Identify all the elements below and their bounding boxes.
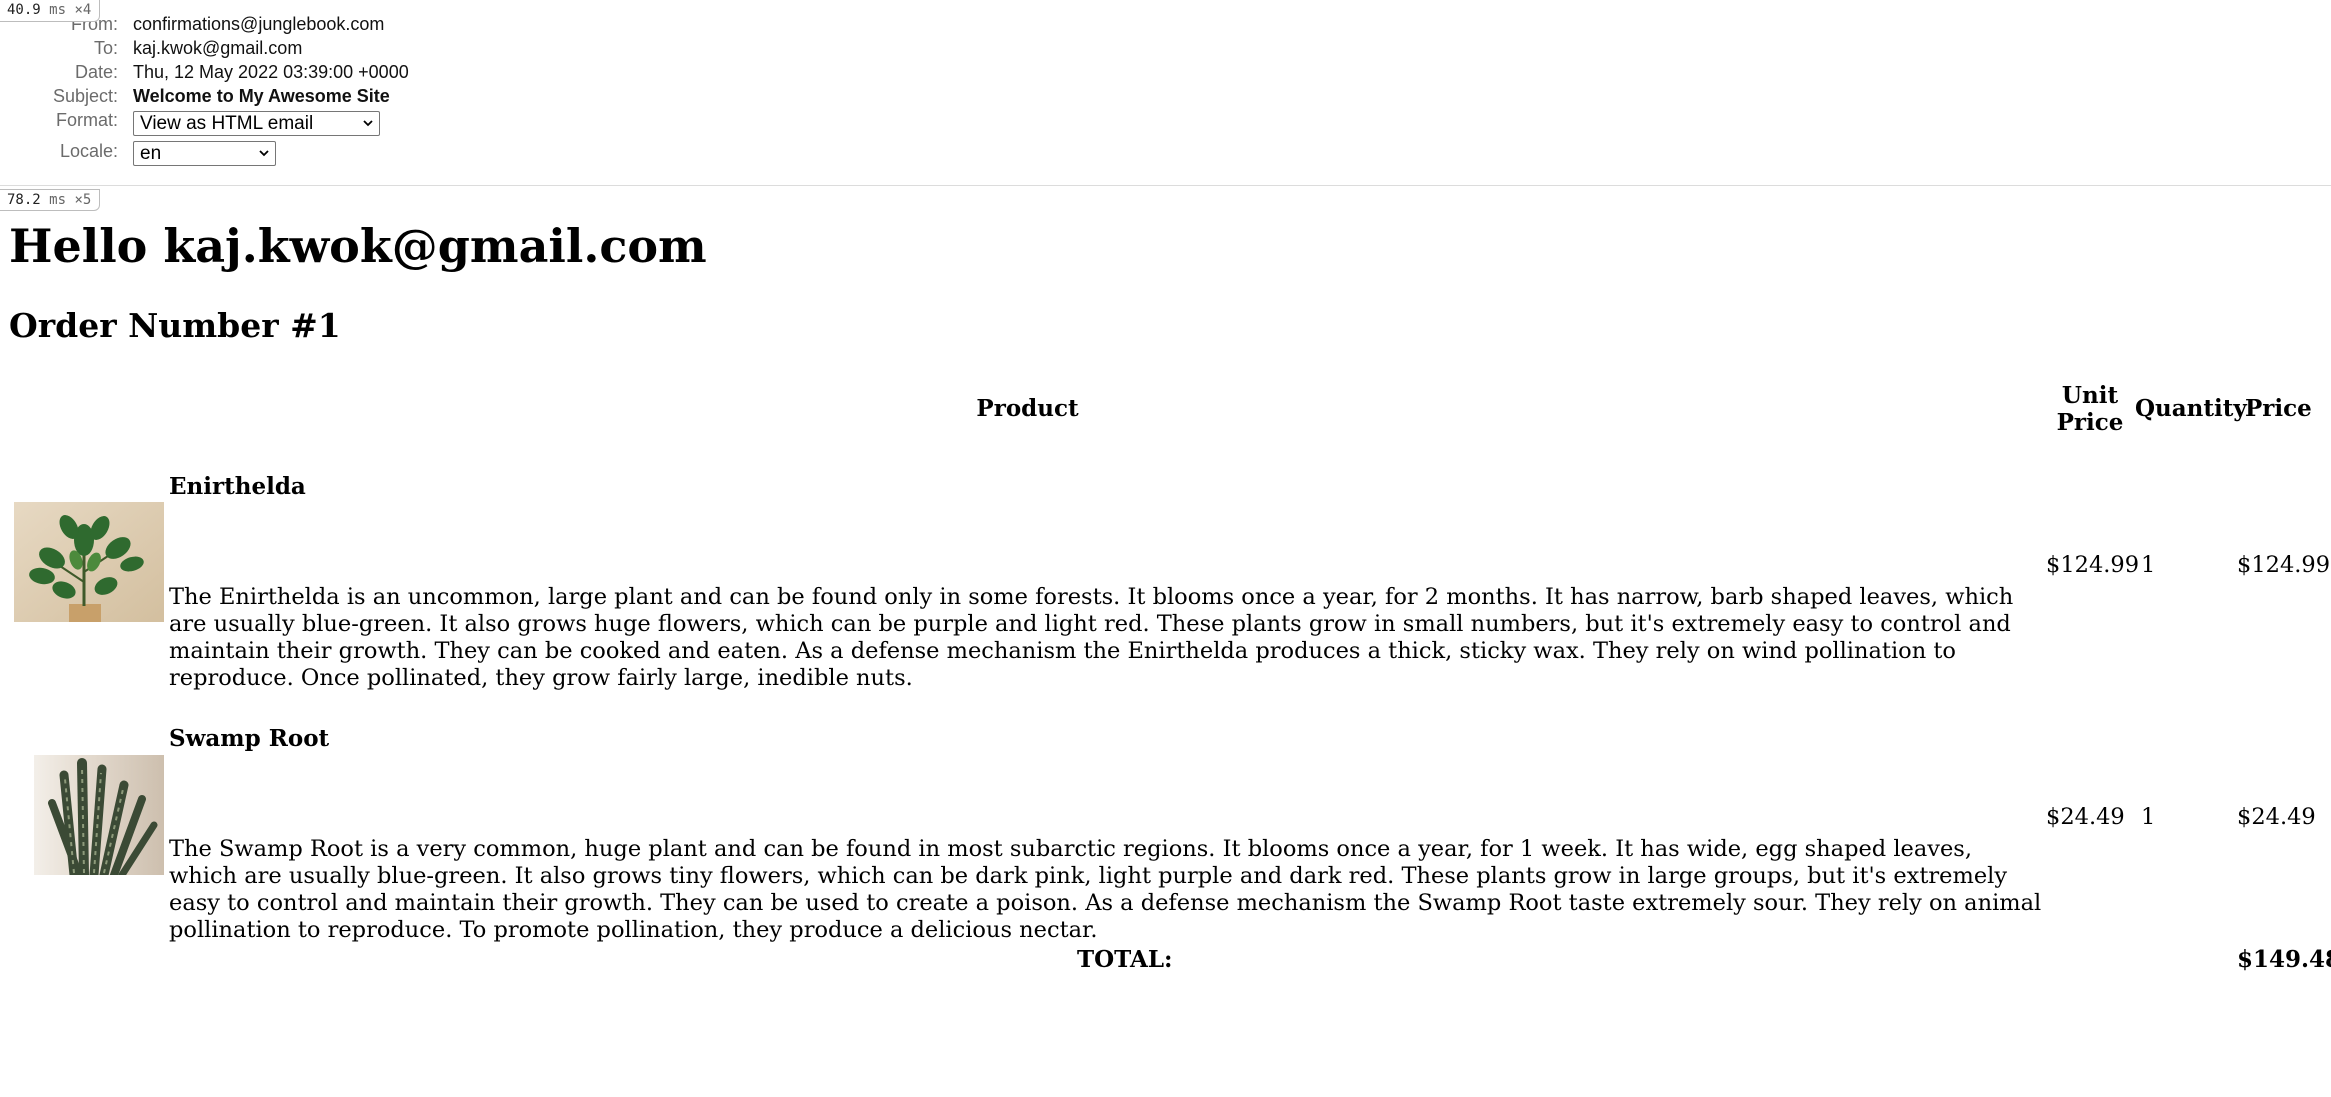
quantity-cell: 1 xyxy=(2141,804,2156,830)
total-value: $149.48 xyxy=(2237,946,2331,973)
subject-label: Subject: xyxy=(52,86,118,106)
locale-select-value: en xyxy=(140,143,162,164)
unit-price-cell: $24.49 xyxy=(2046,804,2125,830)
price-cell: $124.99 xyxy=(2237,552,2331,578)
format-select[interactable]: View as HTML email xyxy=(133,111,380,136)
product-name: Swamp Root xyxy=(169,725,330,752)
perf-badge-unit: ms xyxy=(49,2,67,18)
unit-price-cell: $124.99 xyxy=(2046,552,2140,578)
perf-badge-value: 40.9 xyxy=(7,2,41,18)
subject-value: Welcome to My Awesome Site xyxy=(133,86,390,106)
unit-price-header-line1: Unit xyxy=(2061,382,2119,409)
product-description: The Enirthelda is an uncommon, large pla… xyxy=(169,584,2014,691)
perf-badge-count: ×4 xyxy=(74,2,92,18)
column-header-product: Product xyxy=(976,395,1079,422)
column-header-quantity: Quantity xyxy=(2135,395,2247,422)
order-number-heading: Order Number #1 xyxy=(9,306,341,345)
column-header-unit-price: Unit Price xyxy=(2040,382,2140,436)
chevron-down-icon xyxy=(363,120,373,127)
date-value: Thu, 12 May 2022 03:39:00 +0000 xyxy=(133,62,409,82)
perf-badge-unit: ms xyxy=(49,192,67,208)
product-image-swamp-root xyxy=(34,755,164,875)
perf-badge-count: ×5 xyxy=(74,192,92,208)
product-image-enirthelda xyxy=(14,502,164,622)
to-address: kaj.kwok@gmail.com xyxy=(133,38,303,58)
quantity-cell: 1 xyxy=(2141,552,2156,578)
price-cell: $24.49 xyxy=(2237,804,2316,830)
perf-badge-body[interactable]: 78.2 ms ×5 xyxy=(0,189,101,211)
greeting-heading: Hello kaj.kwok@gmail.com xyxy=(9,219,707,273)
to-label: To: xyxy=(93,38,118,58)
format-label: Format: xyxy=(55,110,118,130)
from-address: confirmations@junglebook.com xyxy=(133,14,385,34)
unit-price-header-line2: Price xyxy=(2056,409,2124,436)
product-name: Enirthelda xyxy=(169,473,306,500)
email-header: From: confirmations@junglebook.com To: k… xyxy=(0,0,2331,186)
column-header-price: Price xyxy=(2245,395,2312,422)
format-select-value: View as HTML email xyxy=(140,113,314,134)
locale-label: Locale: xyxy=(59,141,118,161)
chevron-down-icon xyxy=(259,150,269,157)
perf-badge-header[interactable]: 40.9 ms ×4 xyxy=(0,0,101,22)
product-description: The Swamp Root is a very common, huge pl… xyxy=(169,836,2042,943)
date-label: Date: xyxy=(74,62,118,82)
total-label: TOTAL: xyxy=(1077,946,1173,973)
perf-badge-value: 78.2 xyxy=(7,192,41,208)
locale-select[interactable]: en xyxy=(133,141,276,166)
